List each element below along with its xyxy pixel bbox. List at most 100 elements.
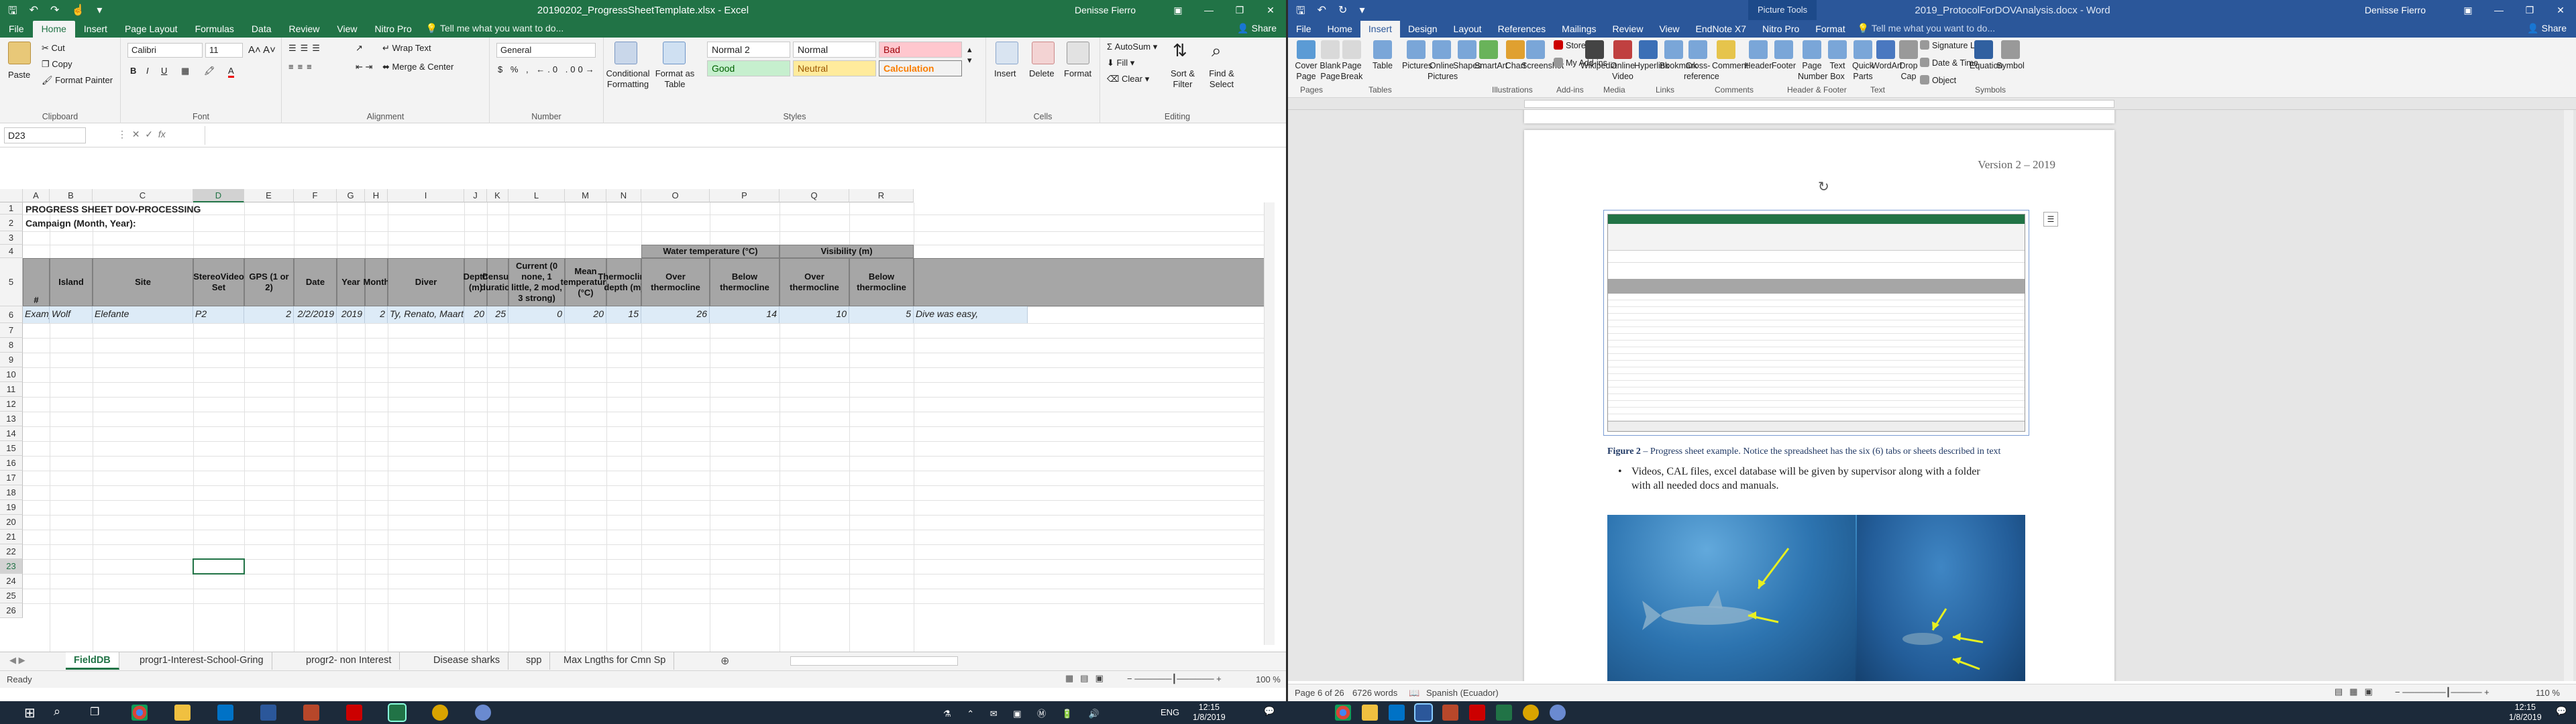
example-cell-18[interactable]: 5 <box>849 306 914 323</box>
word-insert-comment[interactable]: Comment <box>1712 40 1748 72</box>
word-tab-mailings[interactable]: Mailings <box>1554 21 1604 38</box>
powerpoint-icon-2[interactable] <box>1442 705 1458 721</box>
word-close-icon[interactable]: ✕ <box>2545 0 2576 20</box>
word-insert-table[interactable]: Table <box>1368 40 1397 72</box>
autosum-button[interactable]: Σ AutoSum ▾ <box>1107 42 1157 52</box>
styles-scroll-icon[interactable]: ▴ ▾ <box>967 44 972 66</box>
conditional-formatting-icon[interactable] <box>614 42 637 64</box>
word-tell-me[interactable]: 💡 Tell me what you want to do... <box>1858 23 1996 38</box>
italic-icon[interactable]: I <box>146 66 149 76</box>
powerpoint-icon[interactable] <box>303 705 319 721</box>
column-header-j[interactable]: J <box>464 189 487 202</box>
document-canvas[interactable]: Version 2 – 2019 ↻ ☰ Figure 2 – Progress… <box>1288 110 2576 681</box>
word-insert-smartart[interactable]: SmartArt <box>1474 40 1507 72</box>
word-insert-equation[interactable]: Equation <box>1970 40 2002 72</box>
column-header-h[interactable]: H <box>365 189 388 202</box>
delete-cells-button[interactable]: Delete <box>1029 68 1055 78</box>
row-header-8[interactable]: 8 <box>0 338 23 353</box>
borders-icon[interactable]: ▦ <box>181 66 189 76</box>
sheet-tab-fielddb[interactable]: FieldDB <box>66 652 119 670</box>
example-cell-3[interactable]: Elefante <box>93 306 193 323</box>
row-header-3[interactable]: 3 <box>0 231 23 245</box>
word-customize-icon[interactable]: ▾ <box>1359 3 1364 21</box>
row-header-20[interactable]: 20 <box>0 515 23 530</box>
sort-filter-button[interactable]: Sort & Filter <box>1166 68 1199 89</box>
example-cell-9[interactable]: Ty, Renato, Maarten <box>388 306 464 323</box>
word-tab-format[interactable]: Format <box>1807 21 1853 38</box>
column-title-7[interactable]: Year <box>337 258 365 306</box>
row-header-11[interactable]: 11 <box>0 382 23 397</box>
row-header-12[interactable]: 12 <box>0 397 23 412</box>
word-save-icon[interactable]: 🖫 <box>1296 3 1305 21</box>
style-normal[interactable]: Normal <box>793 42 876 58</box>
row-header-2[interactable]: 2 <box>0 215 23 231</box>
word-taskbar-icon-2[interactable] <box>1414 703 1433 722</box>
shark-photo[interactable] <box>1607 515 2025 681</box>
word-zoom-slider[interactable]: − ───────┃───── + <box>2395 687 2489 698</box>
bold-icon[interactable]: B <box>130 66 136 76</box>
column-header-o[interactable]: O <box>641 189 710 202</box>
fill-button[interactable]: ⬇ Fill ▾ <box>1107 58 1134 68</box>
status-language[interactable]: Spanish (Ecuador) <box>1426 688 1499 698</box>
view-mode-icons[interactable]: ▦▤▣ <box>1065 673 1110 684</box>
proofing-icon[interactable]: 📖 <box>1409 688 1419 699</box>
column-title-4[interactable]: StereoVideo Set <box>193 258 244 306</box>
column-header-e[interactable]: E <box>244 189 294 202</box>
style-bad[interactable]: Bad <box>879 42 962 58</box>
word-insert-online-video[interactable]: Online Video <box>1609 40 1637 82</box>
visibility-header[interactable]: Visibility (m) <box>780 245 914 258</box>
ruler-scale[interactable] <box>1524 100 2114 108</box>
conditional-formatting-button[interactable]: Conditional Formatting <box>605 68 651 89</box>
zoom-slider[interactable]: − ──────┃────── + <box>1127 674 1222 684</box>
column-header-q[interactable]: Q <box>780 189 849 202</box>
column-header-a[interactable]: A <box>23 189 50 202</box>
word-taskbar-icon[interactable] <box>260 705 276 721</box>
layout-options-icon[interactable]: ☰ <box>2043 212 2058 227</box>
clear-button[interactable]: ⌫ Clear ▾ <box>1107 74 1149 84</box>
row-header-9[interactable]: 9 <box>0 353 23 367</box>
column-header-d[interactable]: D <box>193 189 244 202</box>
share-button[interactable]: 👤 Share <box>1237 23 1277 34</box>
row-header-25[interactable]: 25 <box>0 589 23 603</box>
word-user-name[interactable]: Denisse Fierro <box>2365 5 2426 15</box>
row-header-13[interactable]: 13 <box>0 412 23 426</box>
tab-home[interactable]: Home <box>32 21 75 38</box>
example-cell-17[interactable]: 10 <box>780 306 849 323</box>
format-as-table-button[interactable]: Format as Table <box>655 68 695 89</box>
example-cell-19[interactable]: Dive was easy, <box>914 306 1028 323</box>
example-cell-13[interactable]: 20 <box>565 306 606 323</box>
active-cell-d23[interactable] <box>193 558 245 575</box>
indent-icons[interactable]: ⇤ ⇥ <box>356 62 372 72</box>
chrome-icon[interactable] <box>131 705 148 721</box>
word-tab-endnote[interactable]: EndNote X7 <box>1688 21 1755 38</box>
column-title-17[interactable]: Over thermocline <box>780 258 849 306</box>
row-header-15[interactable]: 15 <box>0 441 23 456</box>
word-insert-symbol[interactable]: Symbol <box>1996 40 2025 72</box>
word-vertical-scrollbar[interactable] <box>2564 110 2573 681</box>
sheet-tab-max-lengths[interactable]: Max Lngths for Cmn Sp <box>555 652 675 670</box>
horizontal-align-icons[interactable]: ≡≡≡ <box>288 62 316 72</box>
word-insert-wikipedia[interactable]: Wikipedia <box>1580 40 1617 72</box>
column-title-8[interactable]: Month <box>364 258 390 306</box>
wrap-text-button[interactable]: ↵ Wrap Text <box>382 43 431 54</box>
format-as-table-icon[interactable] <box>663 42 686 64</box>
row-header-24[interactable]: 24 <box>0 574 23 589</box>
word-tab-file[interactable]: File <box>1288 21 1320 38</box>
word-tab-layout[interactable]: Layout <box>1446 21 1490 38</box>
number-format-icons[interactable]: $ % , ←.0 .00→ <box>498 64 597 74</box>
sheet-nav-icons[interactable]: ◀ ▶ <box>9 655 25 666</box>
restore-icon[interactable]: ❐ <box>1224 0 1255 20</box>
close-icon[interactable]: ✕ <box>1255 0 1286 20</box>
column-title-3[interactable]: Site <box>93 258 193 306</box>
font-color-icon[interactable]: A <box>228 66 234 78</box>
column-header-g[interactable]: G <box>337 189 365 202</box>
word-restore-icon[interactable]: ❐ <box>2514 0 2545 20</box>
outlook-icon-2[interactable] <box>1389 705 1405 721</box>
sheet-tab-progr2[interactable]: progr2- non Interest <box>298 652 400 670</box>
insert-cells-button[interactable]: Insert <box>994 68 1016 78</box>
column-title-18[interactable]: Below thermocline <box>849 258 914 306</box>
format-painter-button[interactable]: 🖌 Format Painter <box>42 75 113 86</box>
norton-icon-2[interactable] <box>1523 705 1539 721</box>
example-cell-8[interactable]: 2 <box>365 306 388 323</box>
row-header-7[interactable]: 7 <box>0 323 23 338</box>
